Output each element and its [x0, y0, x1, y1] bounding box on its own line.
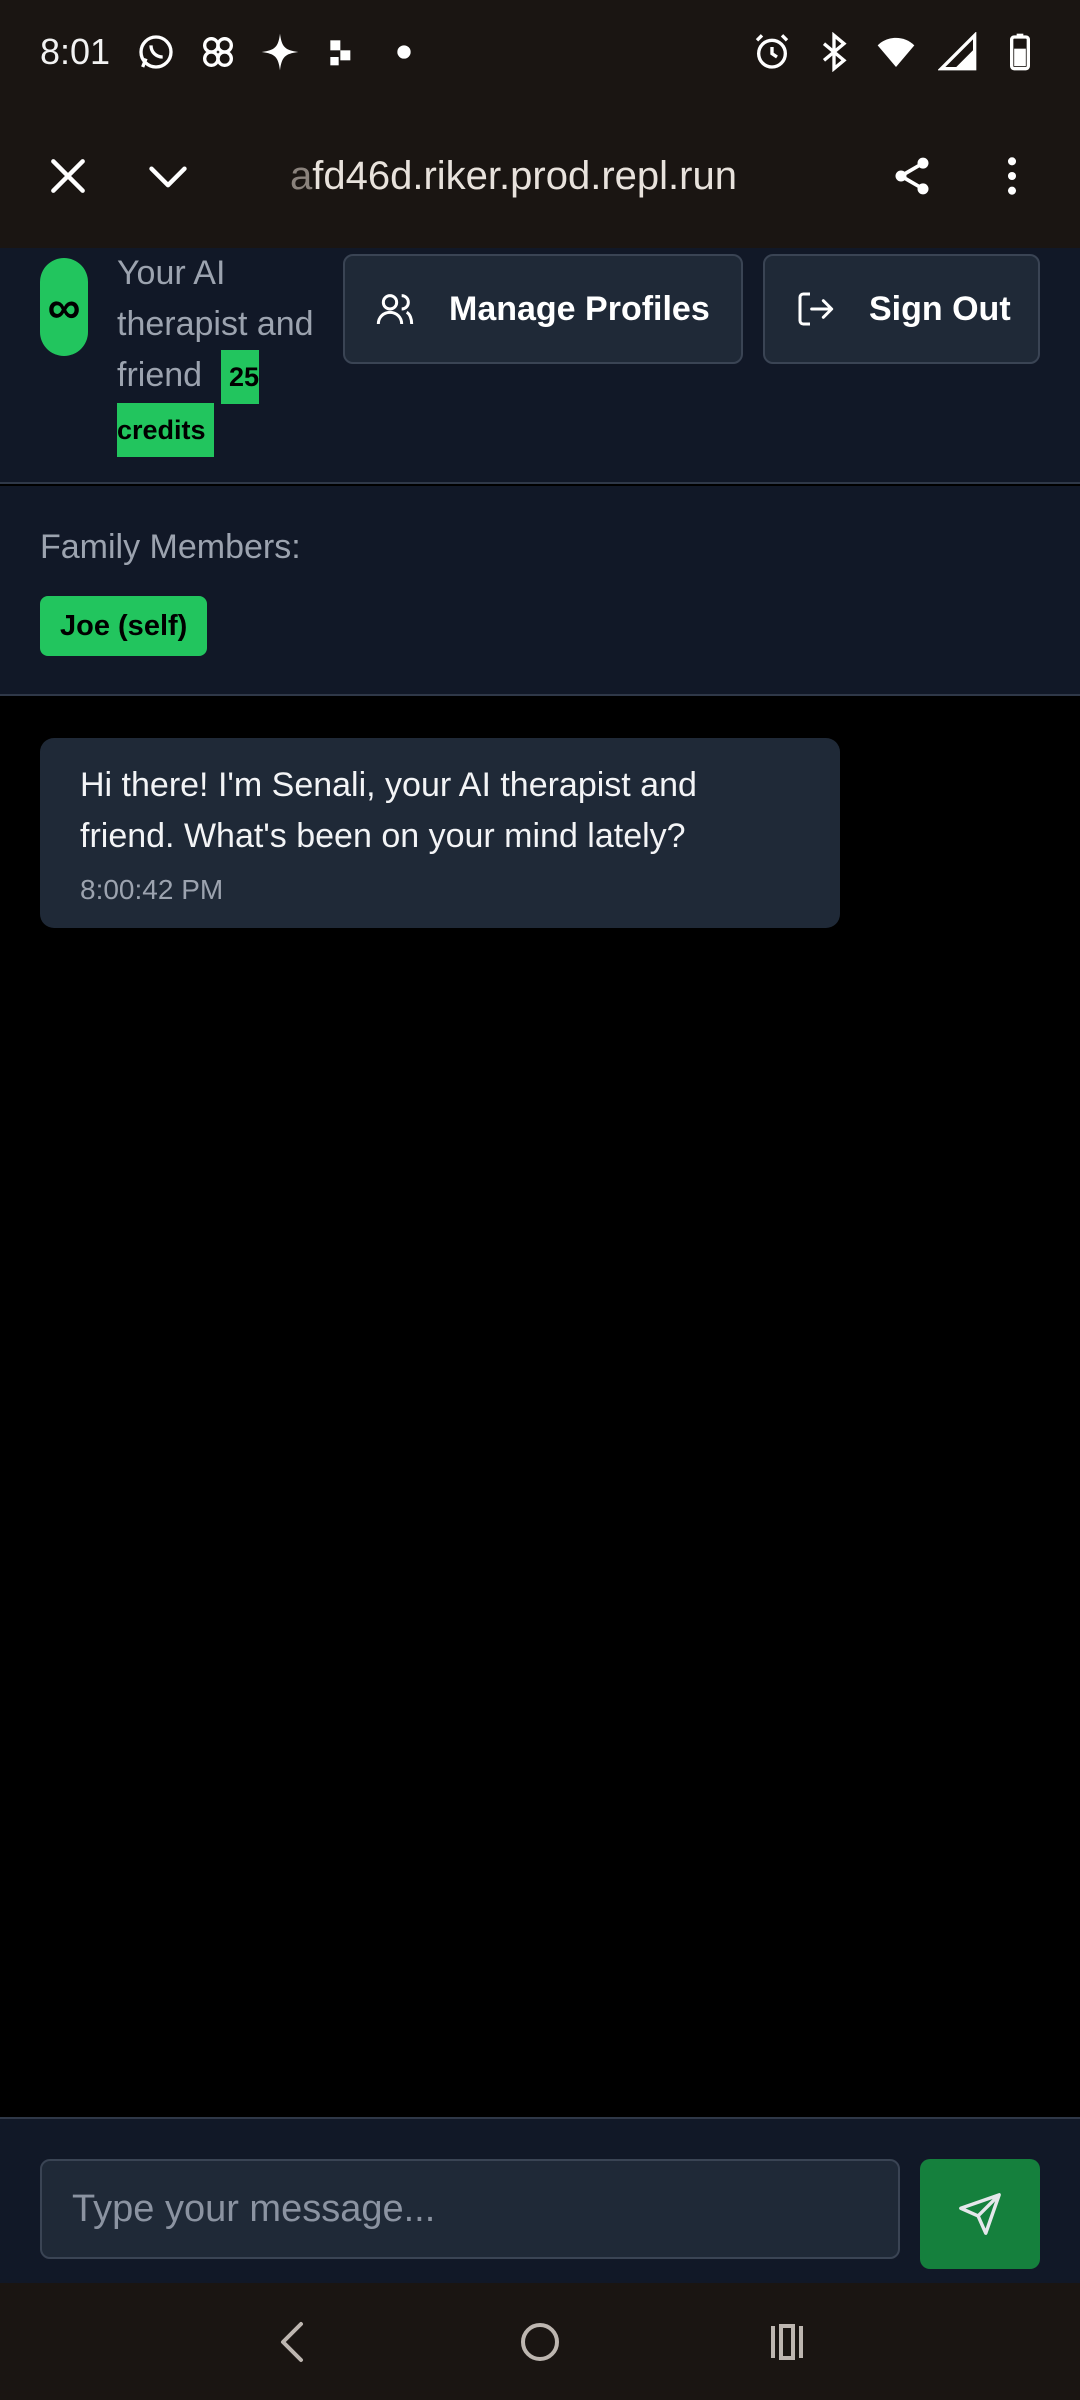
battery-icon — [1000, 32, 1040, 72]
status-bar: 8:01 — [0, 0, 1080, 104]
message-composer — [0, 2117, 1080, 2283]
bluetooth-icon — [814, 32, 854, 72]
recents-icon — [770, 2323, 803, 2360]
nav-back-button[interactable] — [253, 2302, 333, 2382]
wifi-icon — [876, 32, 916, 72]
manage-profiles-label: Manage Profiles — [449, 289, 710, 328]
sparkle-icon — [260, 32, 300, 72]
family-members-label: Family Members: — [40, 528, 301, 566]
status-icons-right — [752, 32, 1040, 72]
send-button[interactable] — [920, 2159, 1040, 2269]
family-members-section: Family Members: Joe (self) — [0, 486, 1080, 696]
close-icon — [51, 159, 85, 193]
url-text: fd46d.riker.prod.repl.run — [312, 153, 737, 198]
app-notification-icon — [322, 32, 362, 72]
send-icon — [959, 2193, 1001, 2235]
url-bar[interactable]: afd46d.riker.prod.repl.run — [290, 154, 737, 199]
users-icon — [376, 294, 414, 325]
browser-toolbar: afd46d.riker.prod.repl.run — [0, 104, 1080, 248]
tagline-text: Your AI therapist and friend — [117, 254, 314, 394]
share-icon — [895, 157, 929, 195]
app-logo: ∞ — [40, 258, 88, 356]
minimize-button[interactable] — [118, 126, 218, 226]
signal-icon — [938, 32, 978, 72]
home-icon — [520, 2322, 559, 2361]
log-out-icon — [798, 292, 834, 326]
whatsapp-icon — [136, 32, 176, 72]
url-faded-prefix: a — [290, 153, 313, 198]
nav-home-button[interactable] — [500, 2302, 580, 2382]
more-options-button[interactable] — [962, 126, 1062, 226]
share-button[interactable] — [862, 126, 962, 226]
assistant-message: Hi there! I'm Senali, your AI therapist … — [40, 738, 840, 928]
close-tab-button[interactable] — [18, 126, 118, 226]
tagline: Your AI therapist and friend 25 credits — [117, 248, 337, 457]
sign-out-label: Sign Out — [869, 289, 1011, 328]
message-text: Hi there! I'm Senali, your AI therapist … — [80, 766, 697, 855]
app-header: ∞ Your AI therapist and friend 25 credit… — [0, 248, 1080, 484]
dot-icon — [384, 32, 424, 72]
manage-profiles-button[interactable]: Manage Profiles — [343, 254, 743, 364]
browser-actions — [862, 126, 1062, 226]
status-time: 8:01 — [40, 31, 111, 72]
message-timestamp: 8:00:42 PM — [80, 874, 224, 905]
back-icon — [281, 2321, 304, 2362]
pinwheel-icon — [198, 32, 238, 72]
status-icons-left — [136, 32, 424, 72]
system-nav-bar — [0, 2283, 1080, 2400]
nav-recents-button[interactable] — [747, 2302, 827, 2382]
alarm-icon — [752, 32, 792, 72]
message-input[interactable] — [40, 2159, 900, 2259]
family-member-chip[interactable]: Joe (self) — [40, 596, 208, 656]
sign-out-button[interactable]: Sign Out — [763, 254, 1040, 364]
chevron-down-icon — [149, 166, 187, 188]
more-vert-icon — [1007, 157, 1017, 195]
